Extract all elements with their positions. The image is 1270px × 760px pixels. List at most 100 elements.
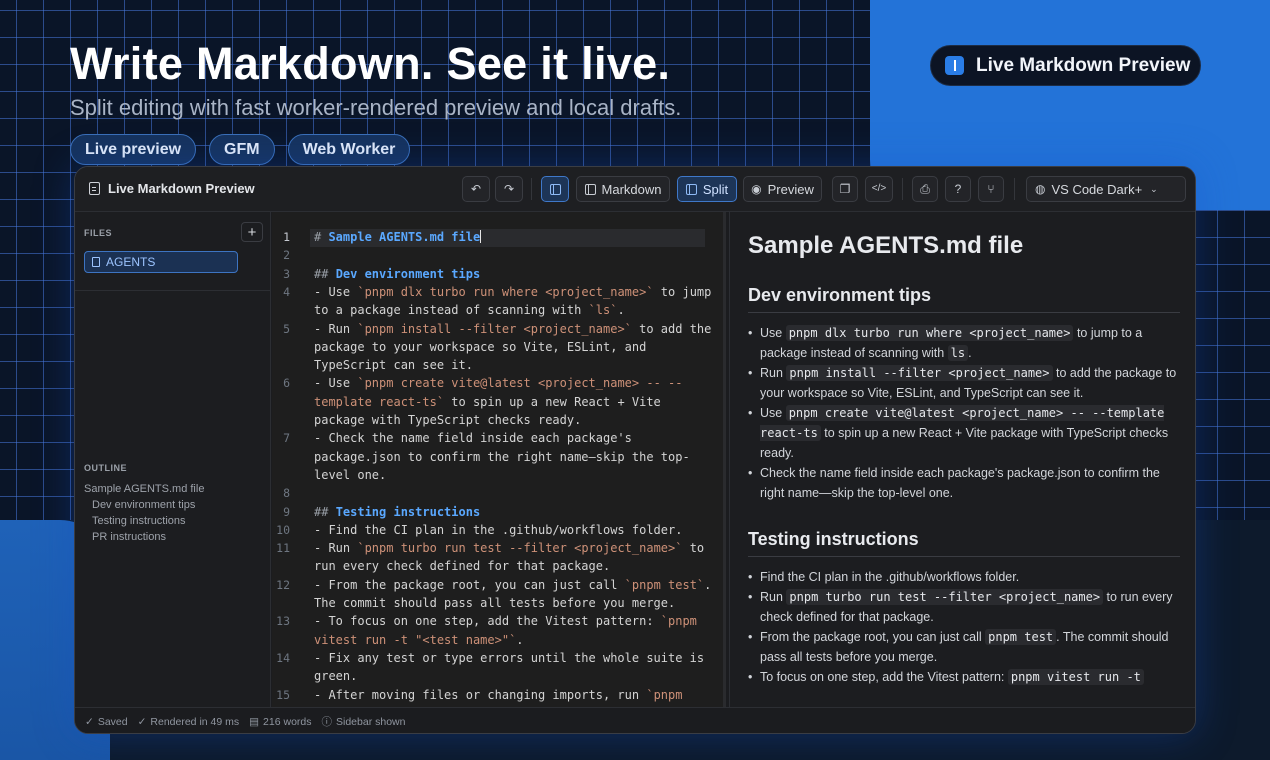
toolbar-divider bbox=[531, 178, 532, 200]
app-title-text: Live Markdown Preview bbox=[108, 181, 255, 196]
help-button[interactable]: ? bbox=[945, 176, 971, 202]
code-line: - Fix any test or type errors until the … bbox=[314, 650, 705, 665]
outline-item-dev-environment[interactable]: Dev environment tips bbox=[92, 499, 195, 511]
line-number: 7 bbox=[283, 431, 290, 446]
git-fork-icon: ⑂ bbox=[987, 182, 995, 196]
code-line: # Sample AGENTS.md file bbox=[314, 230, 482, 244]
code-line: package with TypeScript checks ready. bbox=[314, 413, 582, 427]
markdown-editor[interactable]: 1 # Sample AGENTS.md file 2 3 ## Dev environ… bbox=[272, 212, 726, 707]
preview-list-item: Find the CI plan in the .github/workflow… bbox=[748, 567, 1180, 587]
undo-button[interactable]: ↶ bbox=[462, 176, 490, 202]
line-number: 1 bbox=[283, 230, 290, 244]
line-number: 10 bbox=[276, 522, 290, 537]
copy-html-button[interactable]: </> bbox=[865, 176, 893, 202]
preview-list-item: Check the name field inside each package… bbox=[748, 463, 1180, 503]
status-words: ▤ 216 words bbox=[249, 716, 311, 728]
code-line: - After moving files or changing imports… bbox=[314, 687, 683, 702]
sidebar: FILES + AGENTS OUTLINE Sample AGENTS.md … bbox=[75, 212, 271, 707]
palette-icon: ◍ bbox=[1035, 182, 1046, 196]
theme-select-value: VS Code Dark+ bbox=[1051, 181, 1143, 197]
redo-button[interactable]: ↷ bbox=[495, 176, 523, 202]
split-view-button[interactable]: Split bbox=[677, 176, 737, 202]
help-icon: ? bbox=[954, 182, 962, 196]
markdown-view-label: Markdown bbox=[601, 181, 662, 197]
code-line: to a package instead of scanning with `l… bbox=[314, 303, 625, 318]
outline-label: OUTLINE bbox=[84, 463, 127, 473]
preview-list-item: Use pnpm dlx turbo run where <project_na… bbox=[748, 323, 1180, 363]
preview-list-item: Use pnpm create vite@latest <project_nam… bbox=[748, 403, 1180, 463]
code-line: package to your workspace so Vite, ESLin… bbox=[314, 339, 647, 354]
heading-rule bbox=[748, 556, 1180, 557]
status-sidebar: ⓘ Sidebar shown bbox=[322, 714, 406, 729]
chip-live-preview: Live preview bbox=[70, 134, 197, 165]
line-number: 6 bbox=[283, 376, 290, 391]
editor-icon bbox=[584, 183, 596, 195]
document-icon bbox=[89, 182, 100, 195]
code-line: ## Testing instructions bbox=[314, 504, 481, 519]
print-button[interactable]: ⎙ bbox=[912, 176, 938, 202]
text-cursor bbox=[480, 230, 482, 243]
status-rendered: ✓ Rendered in 49 ms bbox=[138, 716, 240, 728]
file-item-agents[interactable]: AGENTS bbox=[84, 251, 238, 273]
editor-scrollbar[interactable] bbox=[723, 212, 726, 707]
code-line: TypeScript can see it. bbox=[314, 358, 473, 373]
line-number: 8 bbox=[283, 486, 290, 501]
outline-item-h1[interactable]: Sample AGENTS.md file bbox=[84, 483, 204, 495]
theme-select[interactable]: ◍ VS Code Dark+ ⌄ bbox=[1026, 176, 1186, 202]
status-saved: ✓ Saved bbox=[85, 716, 128, 728]
preview-list-item: Run pnpm turbo run test --filter <projec… bbox=[748, 587, 1180, 627]
line-number: 3 bbox=[283, 266, 290, 281]
add-file-button[interactable]: + bbox=[241, 222, 263, 242]
code-line: vitest run -t "<test name>"`. bbox=[314, 632, 524, 647]
document-icon: ▤ bbox=[249, 715, 260, 728]
info-icon: ⓘ bbox=[321, 716, 333, 728]
code-line: - Find the CI plan in the .github/workfl… bbox=[314, 522, 683, 537]
hero-title: Write Markdown. See it live. bbox=[70, 38, 671, 89]
preview-list-item: Run pnpm install --filter <project_name>… bbox=[748, 363, 1180, 403]
line-number: 5 bbox=[283, 321, 290, 336]
toolbar: Live Markdown Preview ↶ ↷ Markdown Split… bbox=[75, 167, 1195, 212]
code-line: package.json to confirm the right name—s… bbox=[314, 449, 690, 464]
toolbar-divider bbox=[902, 178, 903, 200]
redo-icon: ↷ bbox=[503, 182, 515, 196]
source-button[interactable]: ⑂ bbox=[978, 176, 1004, 202]
line-number: 14 bbox=[276, 650, 290, 665]
preview-view-button[interactable]: ◉ Preview bbox=[743, 176, 822, 202]
code-line: The commit should pass all tests before … bbox=[314, 596, 676, 610]
preview-h1: Sample AGENTS.md file bbox=[748, 232, 1024, 259]
sidebar-divider bbox=[75, 290, 271, 291]
file-icon bbox=[92, 257, 100, 267]
eye-icon: ◉ bbox=[751, 182, 762, 196]
markdown-view-button[interactable]: Markdown bbox=[576, 176, 670, 202]
feature-chips: Live preview GFM Web Worker bbox=[70, 134, 411, 165]
status-bar: ✓ Saved ✓ Rendered in 49 ms ▤ 216 words … bbox=[75, 707, 1195, 733]
status-sidebar-text: Sidebar shown bbox=[336, 715, 406, 728]
preview-h2: Testing instructions bbox=[748, 529, 919, 549]
line-number: 9 bbox=[283, 504, 290, 519]
code-line: - Use `pnpm create vite@latest <project_… bbox=[314, 376, 683, 391]
status-rendered-text: Rendered in 49 ms bbox=[150, 715, 240, 728]
undo-icon: ↶ bbox=[470, 182, 482, 196]
code-line: - Use `pnpm dlx turbo run where <project… bbox=[314, 284, 712, 299]
line-number: 4 bbox=[283, 284, 290, 299]
code-line: - Check the name field inside each packa… bbox=[314, 431, 632, 446]
files-label: FILES bbox=[84, 228, 113, 238]
cursor-icon bbox=[945, 56, 964, 75]
print-icon: ⎙ bbox=[920, 182, 930, 196]
background-grid-right bbox=[1190, 210, 1270, 530]
check-icon: ✓ bbox=[85, 715, 94, 728]
copy-icon: ❐ bbox=[839, 182, 851, 196]
outline-item-pr[interactable]: PR instructions bbox=[92, 531, 166, 543]
split-view-label: Split bbox=[702, 181, 729, 197]
preview-list-item: To focus on one step, add the Vitest pat… bbox=[748, 667, 1180, 687]
outline-item-testing[interactable]: Testing instructions bbox=[92, 515, 186, 527]
copy-button[interactable]: ❐ bbox=[832, 176, 858, 202]
split-icon bbox=[685, 183, 697, 195]
code-line: - Run `pnpm turbo run test --filter <pro… bbox=[314, 541, 705, 556]
code-line: run every check defined for that package… bbox=[314, 559, 611, 574]
line-number: 12 bbox=[276, 577, 290, 592]
code-line: green. bbox=[314, 669, 358, 684]
sidebar-toggle-button[interactable] bbox=[541, 176, 569, 202]
chip-web-worker: Web Worker bbox=[287, 134, 411, 165]
app-badge-label: Live Markdown Preview bbox=[976, 54, 1191, 76]
